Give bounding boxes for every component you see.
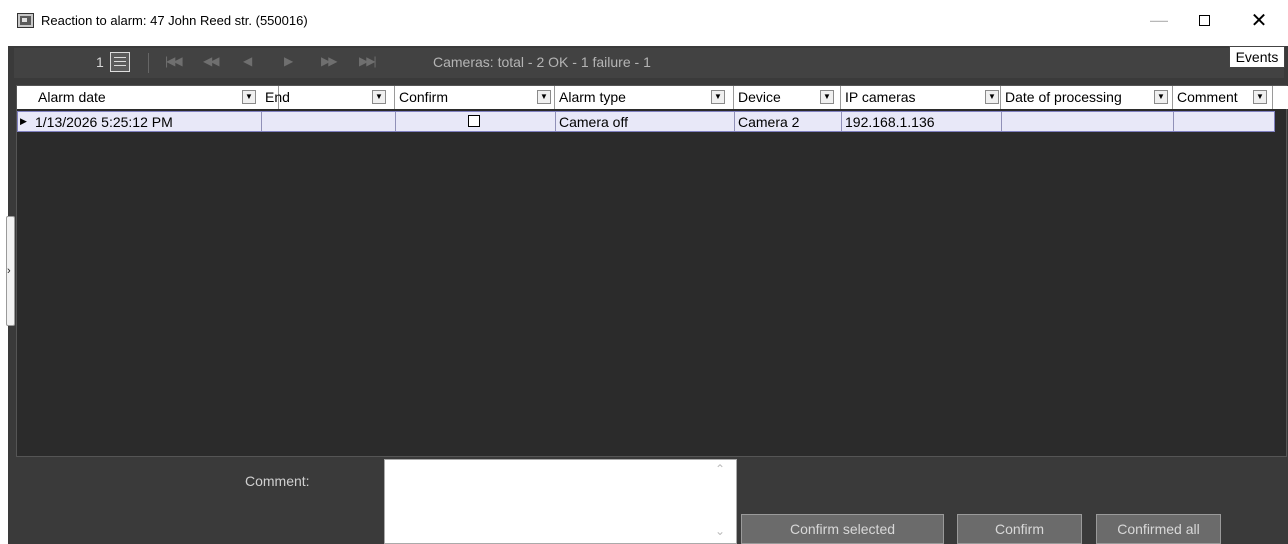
page-number: 1 (96, 54, 104, 70)
next-page-icon[interactable]: ▶▶ (321, 54, 338, 68)
confirm-selected-button[interactable]: Confirm selected (741, 514, 944, 544)
close-button[interactable]: ✕ (1236, 0, 1282, 40)
scroll-down-icon[interactable]: ⌄ (715, 524, 725, 538)
prev-record-icon[interactable]: ◀ (243, 54, 252, 68)
cameras-status: Cameras: total - 2 OK - 1 failure - 1 (433, 54, 651, 70)
filter-dropdown-icon[interactable]: ▼ (711, 90, 725, 104)
filter-dropdown-icon[interactable]: ▼ (820, 90, 834, 104)
app-icon (17, 13, 34, 28)
comment-input[interactable] (384, 459, 737, 544)
cell-confirm[interactable] (396, 112, 556, 131)
confirmed-all-button[interactable]: Confirmed all (1096, 514, 1221, 544)
chevron-right-icon: › (7, 265, 11, 277)
first-page-icon[interactable]: |◀◀ (165, 54, 183, 68)
maximize-icon (1198, 14, 1210, 26)
title-bar: Reaction to alarm: 47 John Reed str. (55… (0, 0, 1288, 46)
window-title: Reaction to alarm: 47 John Reed str. (55… (41, 13, 308, 28)
maximize-button[interactable] (1181, 0, 1227, 40)
comment-label: Comment: (245, 473, 310, 489)
cell-ip-cameras[interactable]: 192.168.1.136 (842, 112, 1002, 131)
filter-dropdown-icon[interactable]: ▼ (1253, 90, 1267, 104)
scroll-up-icon[interactable]: ⌃ (715, 462, 725, 476)
cell-end[interactable] (262, 112, 396, 131)
column-header-confirm[interactable]: Confirm (395, 86, 555, 109)
grid-header: Alarm date End Confirm Alarm type Device… (17, 86, 1288, 109)
prev-page-icon[interactable]: ◀◀ (203, 54, 220, 68)
table-row[interactable]: ▶ 1/13/2026 5:25:12 PM Camera off Camera… (17, 111, 1275, 132)
confirm-button[interactable]: Confirm (957, 514, 1082, 544)
column-header-date-of-processing[interactable]: Date of processing (1001, 86, 1173, 109)
cell-alarm-date[interactable]: 1/13/2026 5:25:12 PM (32, 112, 262, 131)
side-panel-toggle[interactable]: › (6, 216, 15, 326)
filter-dropdown-icon[interactable]: ▼ (537, 90, 551, 104)
filter-dropdown-icon[interactable]: ▼ (242, 90, 256, 104)
column-header-alarm-type[interactable]: Alarm type (555, 86, 734, 109)
cell-device[interactable]: Camera 2 (735, 112, 842, 131)
toolbar-divider (148, 53, 149, 73)
filter-dropdown-icon[interactable]: ▼ (372, 90, 386, 104)
filter-dropdown-icon[interactable]: ▼ (1154, 90, 1168, 104)
alarm-grid: Alarm date End Confirm Alarm type Device… (16, 85, 1288, 457)
minimize-button[interactable]: — (1136, 0, 1182, 40)
confirm-checkbox[interactable] (468, 115, 480, 127)
filter-dropdown-icon[interactable]: ▼ (985, 90, 999, 104)
cell-date-of-processing[interactable] (1002, 112, 1174, 131)
grid-view-icon[interactable] (110, 52, 130, 72)
events-tab[interactable]: Events (1229, 46, 1285, 68)
cell-alarm-type[interactable]: Camera off (556, 112, 735, 131)
next-record-icon[interactable]: ▶ (284, 54, 293, 68)
toolbar: 1 |◀◀ ◀◀ ◀ ▶ ▶▶ ▶▶| Cameras: total - 2 O… (14, 48, 1284, 78)
current-row-icon: ▶ (20, 116, 27, 126)
last-page-icon[interactable]: ▶▶| (359, 54, 377, 68)
column-header-ip-cameras[interactable]: IP cameras (841, 86, 1001, 109)
cell-comment[interactable] (1174, 112, 1274, 131)
